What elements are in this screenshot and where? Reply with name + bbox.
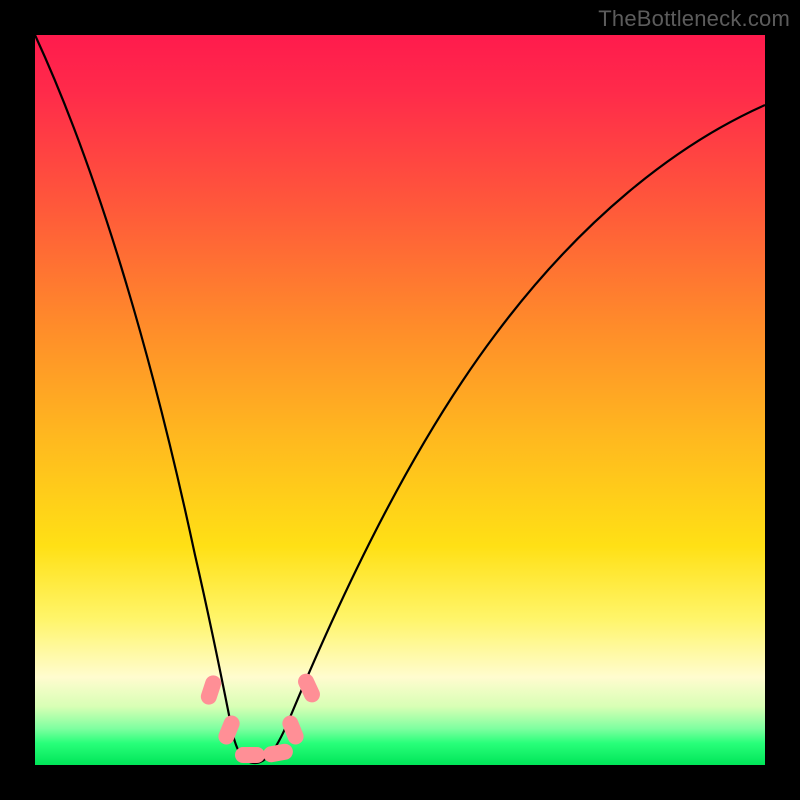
plot-area [35, 35, 765, 765]
marker [235, 747, 265, 763]
marker [216, 713, 242, 747]
chart-frame: TheBottleneck.com [0, 0, 800, 800]
bottleneck-curve [35, 35, 765, 763]
valley-markers [199, 671, 323, 763]
marker [295, 671, 322, 705]
marker [199, 673, 223, 706]
curve-layer [35, 35, 765, 765]
watermark-text: TheBottleneck.com [598, 6, 790, 32]
marker [262, 743, 294, 764]
